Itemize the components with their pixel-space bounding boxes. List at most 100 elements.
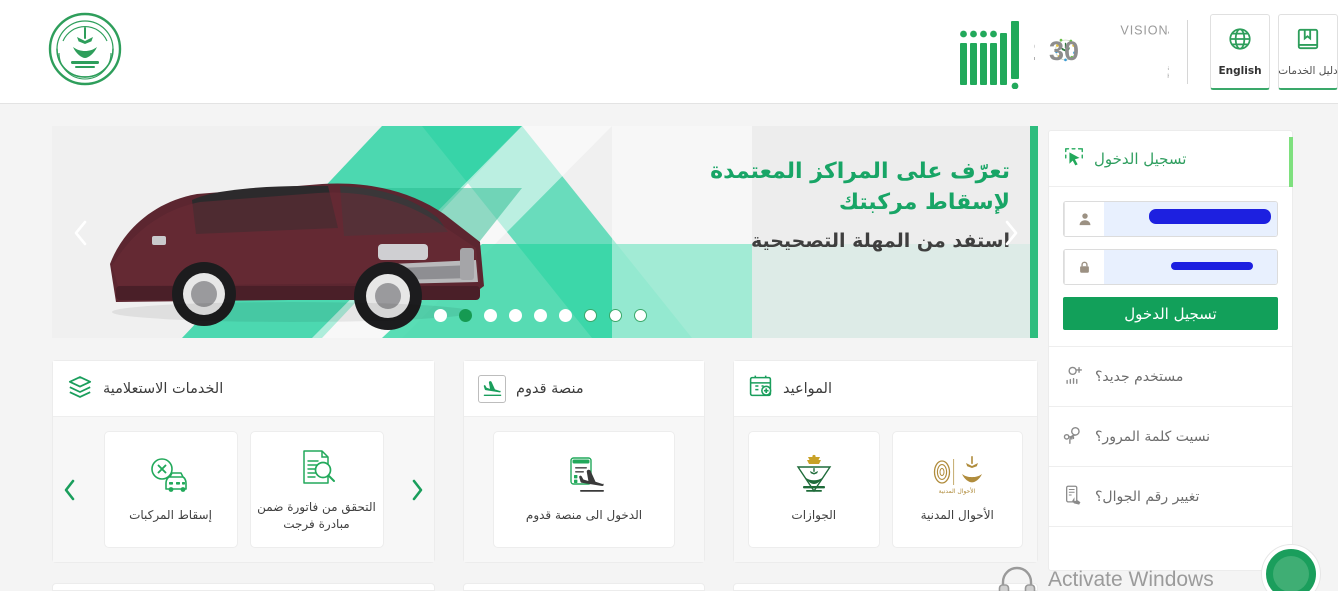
forgot-password-link[interactable]: نسيت كلمة المرور؟ bbox=[1049, 406, 1292, 466]
absher-brand-logo bbox=[958, 15, 1022, 90]
user-add-icon bbox=[1063, 364, 1085, 390]
tile-passports[interactable]: الجوازات bbox=[748, 431, 880, 548]
login-footer-spacer bbox=[1049, 526, 1292, 570]
svg-text:30: 30 bbox=[1049, 36, 1079, 66]
layers-icon bbox=[67, 374, 93, 404]
hero-dot-5[interactable] bbox=[534, 309, 547, 322]
passports-icon bbox=[789, 454, 839, 498]
username-redaction bbox=[1149, 209, 1271, 224]
hero-dot-3[interactable] bbox=[584, 309, 597, 322]
panel-inquiry: الخدمات الاستعلامية التحقق من فاتورة ضمن… bbox=[52, 360, 435, 563]
hero-subtitle: استفد من المهلة التصحيحية bbox=[750, 230, 1010, 253]
mobile-hand-icon bbox=[1063, 484, 1085, 510]
hero-title: تعرّف على المراكز المعتمدة لإسقاط مركبتك bbox=[710, 159, 1010, 216]
login-title: تسجيل الدخول bbox=[1094, 149, 1187, 168]
panel-appointments: المواعيد الأحوال المدنية الأحوال المدنية… bbox=[733, 360, 1038, 563]
panel-inquiry-body: التحقق من فاتورة ضمن مبادرة فرجت إسقاط ا… bbox=[53, 417, 434, 562]
next-panels-row bbox=[52, 583, 1038, 591]
tile-passports-label: الجوازات bbox=[791, 508, 837, 523]
new-user-label: مستخدم جديد؟ bbox=[1095, 368, 1184, 385]
language-switch-button[interactable]: English bbox=[1210, 14, 1270, 90]
hero-dot-1[interactable] bbox=[634, 309, 647, 322]
hero-pagination-dots[interactable] bbox=[434, 309, 647, 322]
login-form: تسجيل الدخول bbox=[1049, 187, 1292, 346]
tile-vehicle-scrap-label: إسقاط المركبات bbox=[129, 508, 212, 523]
hero-next-arrow[interactable] bbox=[998, 218, 1024, 248]
new-user-link[interactable]: مستخدم جديد؟ bbox=[1049, 346, 1292, 406]
svg-text:2: 2 bbox=[1034, 36, 1036, 66]
vision-2030-logo: رؤيــــة VISION 2 30 المملكة العربية الس… bbox=[1021, 20, 1257, 84]
hero-dot-9[interactable] bbox=[434, 309, 447, 322]
vehicle-scrap-icon bbox=[148, 454, 194, 498]
panel-qudoom-body: الدخول الى منصة قدوم bbox=[464, 417, 704, 562]
username-input[interactable] bbox=[1104, 202, 1277, 236]
calendar-add-icon bbox=[748, 374, 773, 403]
login-header: تسجيل الدخول bbox=[1049, 131, 1293, 187]
tile-invoice-check-label: التحقق من فاتورة ضمن مبادرة فرجت bbox=[257, 499, 376, 531]
panel-qudoom: منصة قدوم الدخول الى منصة قدوم bbox=[463, 360, 705, 563]
invoice-search-icon bbox=[296, 446, 338, 490]
hero-carousel[interactable]: تعرّف على المراكز المعتمدة لإسقاط مركبتك… bbox=[52, 126, 1038, 338]
page-root: دليل الخدمات English رؤيــــة VISION bbox=[0, 0, 1338, 591]
ministry-of-interior-logo[interactable] bbox=[47, 11, 123, 87]
login-submit-button[interactable]: تسجيل الدخول bbox=[1063, 297, 1278, 330]
password-field[interactable] bbox=[1063, 249, 1278, 285]
inquiry-next-arrow[interactable] bbox=[406, 477, 428, 503]
change-mobile-link[interactable]: تغيير رقم الجوال؟ bbox=[1049, 466, 1292, 526]
tile-qudoom-entry-label: الدخول الى منصة قدوم bbox=[525, 508, 643, 523]
tile-invoice-check[interactable]: التحقق من فاتورة ضمن مبادرة فرجت bbox=[249, 431, 384, 548]
user-key-icon bbox=[1063, 424, 1085, 450]
lock-icon bbox=[1064, 250, 1104, 284]
password-redaction bbox=[1171, 262, 1253, 270]
hero-dot-7[interactable] bbox=[484, 309, 497, 322]
hero-prev-arrow[interactable] bbox=[68, 218, 94, 248]
hero-text-block: تعرّف على المراكز المعتمدة لإسقاط مركبتك… bbox=[680, 156, 1010, 255]
hero-dot-2[interactable] bbox=[609, 309, 622, 322]
panel-inquiry-title: الخدمات الاستعلامية bbox=[103, 380, 224, 397]
plane-document-icon bbox=[561, 454, 607, 498]
next-panel-2[interactable] bbox=[463, 583, 705, 591]
hero-accent-bar bbox=[1030, 126, 1038, 338]
user-icon bbox=[1064, 202, 1104, 236]
panel-inquiry-header: الخدمات الاستعلامية bbox=[53, 361, 434, 417]
site-header: دليل الخدمات English رؤيــــة VISION bbox=[0, 0, 1338, 104]
header-divider bbox=[1187, 20, 1188, 84]
inquiry-prev-arrow[interactable] bbox=[59, 477, 81, 503]
tile-civil-affairs-label: الأحوال المدنية bbox=[920, 508, 994, 523]
language-switch-label: English bbox=[1218, 65, 1262, 77]
services-guide-button[interactable]: دليل الخدمات bbox=[1278, 14, 1338, 90]
headset-icon[interactable] bbox=[997, 565, 1037, 591]
civil-affairs-icon: الأحوال المدنية bbox=[928, 454, 986, 498]
windows-activation-watermark: Activate Windows bbox=[1048, 568, 1214, 591]
book-icon bbox=[1295, 26, 1321, 56]
hero-vehicle-image bbox=[110, 183, 484, 330]
services-guide-label: دليل الخدمات bbox=[1278, 65, 1338, 77]
chat-icon bbox=[1273, 556, 1309, 591]
hero-dot-8[interactable] bbox=[459, 309, 472, 322]
panel-qudoom-header: منصة قدوم bbox=[464, 361, 704, 417]
plane-icon bbox=[478, 374, 506, 403]
cursor-select-icon bbox=[1063, 146, 1085, 172]
svg-text:المملكة العربية السعودية: المملكة العربية السعودية bbox=[1167, 63, 1169, 72]
tile-qudoom-entry[interactable]: الدخول الى منصة قدوم bbox=[493, 431, 675, 548]
tile-vehicle-scrap[interactable]: إسقاط المركبات bbox=[103, 431, 238, 548]
forgot-password-label: نسيت كلمة المرور؟ bbox=[1095, 428, 1211, 445]
svg-text:الأحوال المدنية: الأحوال المدنية bbox=[939, 487, 976, 495]
tile-civil-affairs[interactable]: الأحوال المدنية الأحوال المدنية bbox=[891, 431, 1023, 548]
panel-appointments-header: المواعيد bbox=[734, 361, 1037, 417]
svg-text:VISION: VISION bbox=[1120, 24, 1168, 38]
panel-appointments-body: الأحوال المدنية الأحوال المدنية الجوازات bbox=[734, 417, 1037, 562]
password-input[interactable] bbox=[1104, 250, 1277, 284]
next-panel-3[interactable] bbox=[52, 583, 435, 591]
login-panel: تسجيل الدخول تسجيل الدخول مستخدم جديد؟ ن… bbox=[1048, 130, 1293, 571]
hero-dot-6[interactable] bbox=[509, 309, 522, 322]
change-mobile-label: تغيير رقم الجوال؟ bbox=[1095, 488, 1200, 505]
login-accent-bar bbox=[1289, 137, 1293, 187]
globe-icon bbox=[1227, 26, 1253, 56]
chat-support-button[interactable] bbox=[1262, 545, 1320, 591]
header-right-cluster: دليل الخدمات English رؤيــــة VISION bbox=[952, 0, 1338, 104]
panel-appointments-title: المواعيد bbox=[783, 380, 832, 397]
hero-dot-4[interactable] bbox=[559, 309, 572, 322]
next-panel-1[interactable] bbox=[733, 583, 1038, 591]
username-field[interactable] bbox=[1063, 201, 1278, 237]
